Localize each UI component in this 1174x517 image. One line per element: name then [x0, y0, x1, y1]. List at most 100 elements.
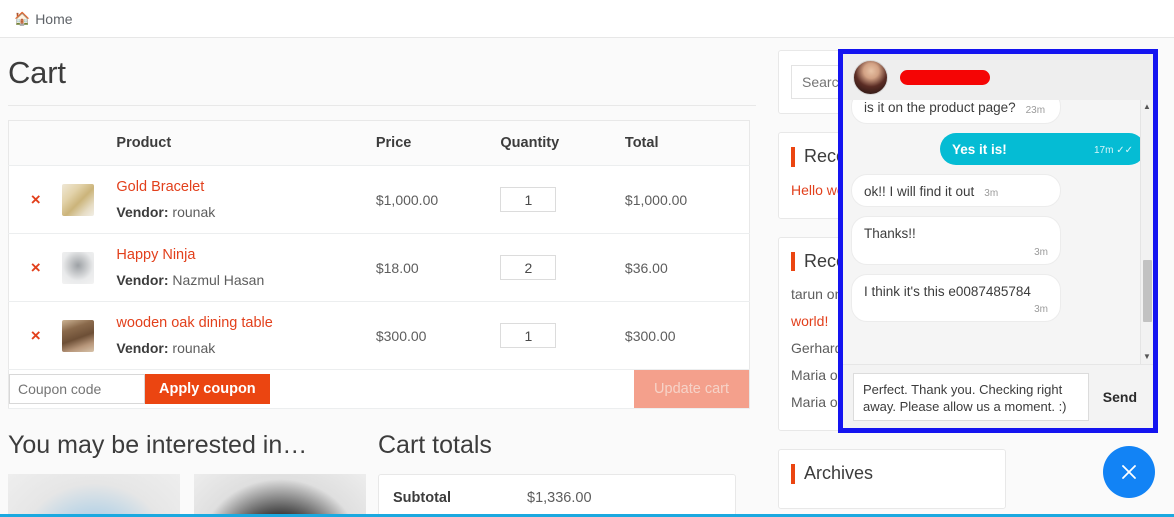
cart-totals-title: Cart totals	[378, 431, 492, 459]
scroll-down-icon[interactable]: ▼	[1141, 350, 1153, 364]
chat-message-time: 23m	[1025, 104, 1046, 116]
update-cart-button[interactable]: Update cart	[634, 370, 749, 408]
chat-message-text: Yes it is!	[952, 141, 1007, 157]
title-divider	[8, 105, 756, 106]
product-link[interactable]: Happy Ninja	[116, 247, 375, 263]
chat-message-text: Thanks!!	[864, 226, 916, 242]
list-item[interactable]	[8, 474, 180, 517]
home-icon: 🏠	[14, 10, 31, 26]
product-thumbnail[interactable]	[62, 251, 95, 284]
product-cell: wooden oak dining table Vendor: rounak	[116, 301, 376, 370]
quantity-stepper[interactable]	[500, 323, 557, 348]
thumb-cell	[62, 301, 117, 370]
total-cell: $300.00	[624, 301, 750, 370]
chat-widget: is it on the product page? 23m Yes it is…	[838, 49, 1158, 433]
remove-cell: ×	[8, 233, 63, 302]
chat-message-list[interactable]: is it on the product page? 23m Yes it is…	[843, 100, 1153, 364]
read-receipt-icon: ✓✓	[1116, 144, 1133, 156]
page-title: Cart	[8, 55, 66, 90]
chat-message-input[interactable]	[853, 372, 1089, 421]
col-quantity: Quantity	[500, 120, 625, 166]
page-root: 🏠 Home Cart Product Price Quantity Total	[0, 0, 1174, 517]
price-cell: $18.00	[375, 233, 501, 302]
vendor-name: rounak	[172, 204, 216, 220]
chat-close-button[interactable]	[1103, 446, 1155, 498]
product-thumbnail[interactable]	[62, 183, 95, 216]
vendor-line: Vendor: rounak	[116, 204, 375, 220]
product-cell: Gold Bracelet Vendor: rounak	[116, 165, 376, 234]
chat-message-time: 3m	[1034, 246, 1048, 258]
chat-header	[843, 54, 1153, 100]
table-row: × Happy Ninja Vendor: Nazmul Hasan $18.0…	[8, 233, 750, 302]
avatar	[853, 59, 888, 95]
main-content: Cart Product Price Quantity Total × Gold…	[8, 38, 756, 517]
apply-coupon-button[interactable]: Apply coupon	[145, 374, 270, 404]
product-thumbnail[interactable]	[62, 319, 95, 352]
quantity-cell	[500, 165, 625, 234]
upsell-section: You may be interested in…	[8, 431, 378, 517]
vendor-name: rounak	[172, 340, 216, 356]
totals-row-subtotal: Subtotal $1,336.00	[379, 475, 735, 517]
quantity-stepper[interactable]	[500, 255, 557, 280]
vendor-label: Vendor:	[116, 272, 169, 288]
vendor-line: Vendor: rounak	[116, 340, 375, 356]
product-image[interactable]	[8, 474, 180, 517]
cart-table-body: × Gold Bracelet Vendor: rounak $1,000.00…	[8, 165, 750, 409]
cart-actions-cell: Apply coupon Update cart	[8, 369, 750, 409]
chat-message-time: 17m ✓✓	[1094, 145, 1133, 156]
thumb-cell	[62, 165, 117, 234]
send-button[interactable]: Send	[1097, 388, 1143, 406]
product-link[interactable]: wooden oak dining table	[116, 315, 375, 331]
vendor-line: Vendor: Nazmul Hasan	[116, 272, 375, 288]
cart-totals-section: Cart totals Subtotal $1,336.00 Shipping:…	[378, 431, 750, 517]
subtotal-label: Subtotal	[393, 490, 451, 506]
vendor-name: Nazmul Hasan	[172, 272, 265, 288]
cart-header-row: Product Price Quantity Total	[8, 120, 750, 166]
archives-title: Archives	[791, 463, 993, 484]
chat-message-text: I think it's this e0087485784	[864, 283, 1031, 299]
quantity-cell	[500, 233, 625, 302]
cart-actions-row: Apply coupon Update cart	[8, 369, 750, 409]
quantity-stepper[interactable]	[500, 187, 557, 212]
cart-table: Product Price Quantity Total × Gold Brac…	[8, 120, 750, 409]
cart-table-head: Product Price Quantity Total	[8, 120, 750, 166]
price-cell: $300.00	[375, 301, 501, 370]
col-thumb	[62, 120, 117, 166]
scroll-up-icon[interactable]: ▲	[1141, 100, 1153, 114]
chat-message-time: 3m	[984, 188, 999, 200]
recent-post-link[interactable]: Hello wo	[791, 182, 845, 198]
vendor-label: Vendor:	[116, 204, 169, 220]
chat-message-incoming: Thanks!! 3m	[851, 216, 1061, 265]
remove-item-icon[interactable]: ×	[31, 327, 41, 344]
breadcrumb: 🏠 Home	[0, 0, 1174, 38]
thumb-cell	[62, 233, 117, 302]
remove-cell: ×	[8, 301, 63, 370]
subtotal-value: $1,336.00	[527, 490, 592, 506]
scrollbar-thumb[interactable]	[1143, 260, 1152, 322]
vendor-label: Vendor:	[116, 340, 169, 356]
chat-message-text: ok!! I will find it out	[864, 183, 975, 199]
total-cell: $1,000.00	[624, 165, 750, 234]
chat-message-outgoing: Yes it is! 17m ✓✓	[940, 132, 1145, 165]
remove-item-icon[interactable]: ×	[31, 191, 41, 208]
product-image[interactable]	[194, 474, 366, 517]
chat-scrollbar[interactable]: ▲ ▼	[1140, 100, 1153, 364]
remove-item-icon[interactable]: ×	[31, 259, 41, 276]
chat-message-incoming: is it on the product page? 23m	[851, 100, 1061, 124]
col-product: Product	[116, 120, 376, 166]
lower-section: You may be interested in… Cart totals Su…	[8, 431, 756, 517]
list-item[interactable]	[194, 474, 366, 517]
upsell-title: You may be interested in…	[8, 431, 308, 459]
price-cell: $1,000.00	[375, 165, 501, 234]
comment-post-link[interactable]: world!	[791, 313, 828, 329]
chat-message-incoming: ok!! I will find it out 3m	[851, 173, 1061, 208]
col-remove	[8, 120, 63, 166]
comment-author: Gerhard	[791, 340, 843, 357]
product-cell: Happy Ninja Vendor: Nazmul Hasan	[116, 233, 376, 302]
total-cell: $36.00	[624, 233, 750, 302]
breadcrumb-item-home[interactable]: Home	[35, 11, 72, 27]
product-link[interactable]: Gold Bracelet	[116, 179, 375, 195]
chat-message-incoming: I think it's this e0087485784 3m	[851, 273, 1061, 323]
quantity-cell	[500, 301, 625, 370]
coupon-input[interactable]	[9, 374, 145, 404]
